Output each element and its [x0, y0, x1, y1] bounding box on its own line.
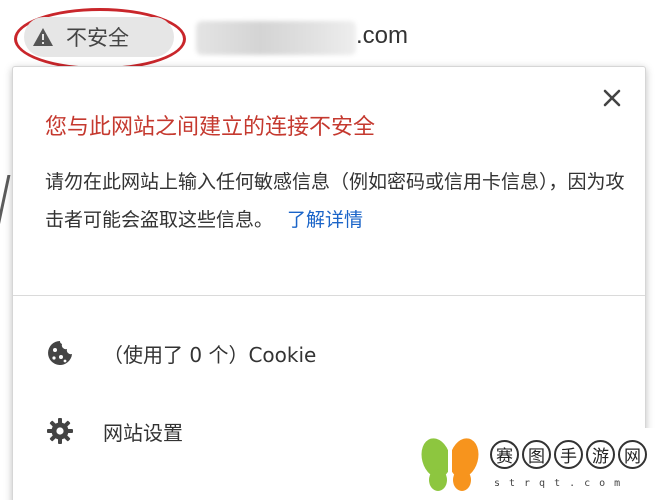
popup-title: 您与此网站之间建立的连接不安全 — [45, 115, 376, 140]
popup-description: 请勿在此网站上输入任何敏感信息（例如密码或信用卡信息），因为攻击者可能会盗取这些… — [45, 163, 625, 239]
close-button[interactable] — [599, 85, 625, 111]
site-settings-label: 网站设置 — [103, 420, 183, 445]
close-icon — [603, 89, 621, 107]
url-domain-suffix[interactable]: .com — [356, 22, 408, 50]
warning-triangle-icon — [32, 26, 54, 48]
watermark-char: 游 — [586, 440, 615, 469]
gear-icon — [45, 416, 75, 446]
security-label: 不安全 — [66, 26, 129, 50]
watermark-char: 网 — [618, 440, 647, 469]
cookie-icon — [45, 338, 75, 368]
divider — [13, 295, 645, 296]
cookies-label: （使用了 0 个）Cookie — [103, 342, 317, 367]
url-obscured-segment — [196, 21, 356, 55]
watermark-char: 手 — [554, 440, 583, 469]
security-indicator-button[interactable]: 不安全 — [24, 17, 174, 57]
watermark-sub: strqt.com — [494, 478, 630, 489]
cookies-row[interactable]: （使用了 0 个）Cookie — [45, 333, 316, 373]
butterfly-logo-icon — [421, 438, 479, 492]
watermark-char: 赛 — [490, 440, 519, 469]
watermark: 赛 图 手 游 网 strqt.com — [410, 428, 659, 500]
learn-more-link[interactable]: 了解详情 — [287, 209, 363, 231]
address-bar: 不安全 .com — [0, 0, 659, 70]
page: 不安全 .com 您与此网站之间建立的连接不安全 请勿在此网站上输入任何敏感信息… — [0, 0, 659, 500]
site-settings-row[interactable]: 网站设置 — [45, 411, 183, 451]
watermark-chars: 赛 图 手 游 网 — [490, 440, 647, 469]
watermark-char: 图 — [522, 440, 551, 469]
